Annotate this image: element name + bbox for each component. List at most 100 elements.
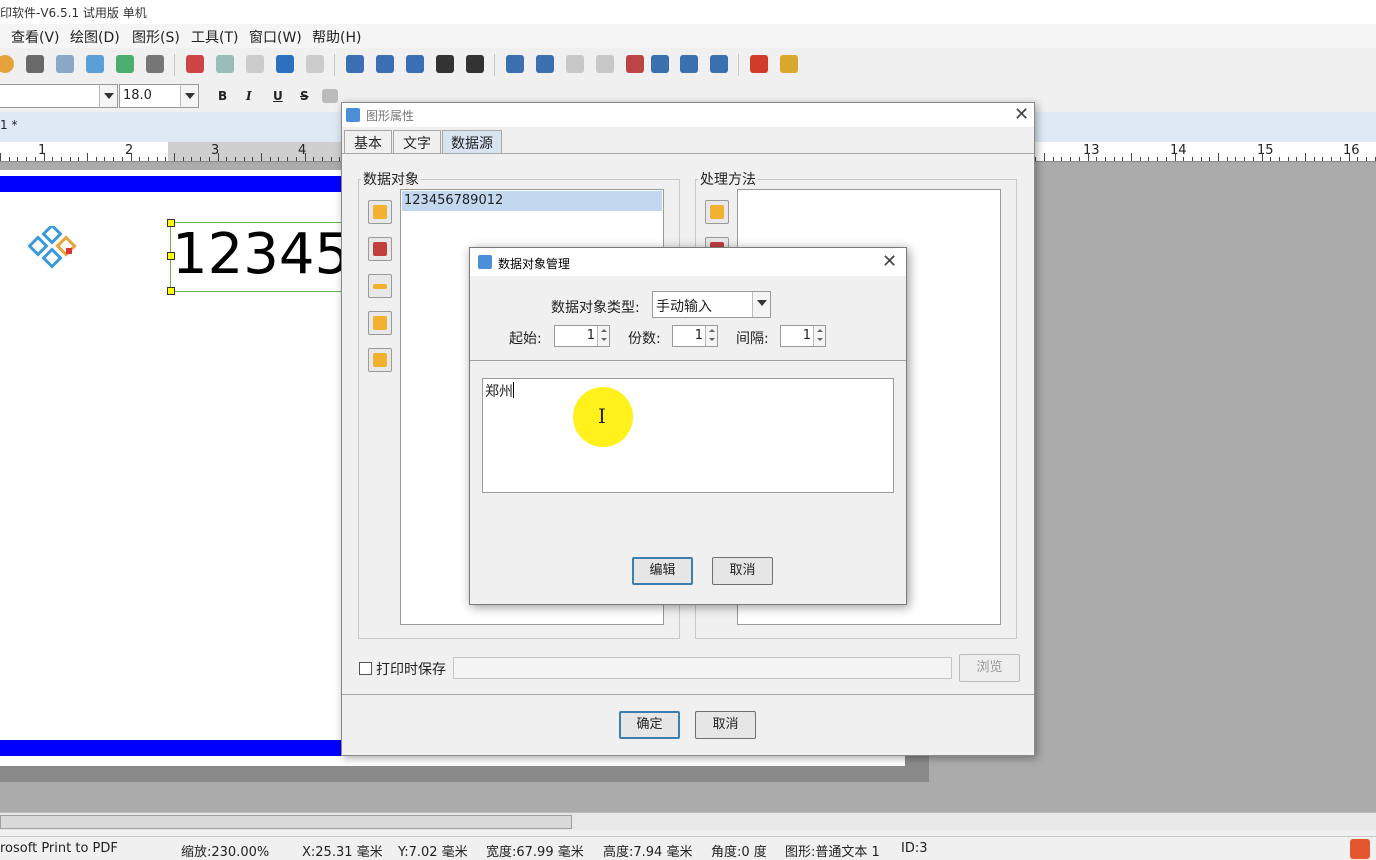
strikethrough-button[interactable]: S (300, 89, 309, 103)
ruler-tick (104, 157, 106, 161)
ruler-tick (1200, 157, 1202, 161)
scrollbar-thumb[interactable] (0, 815, 572, 829)
tray-app-icon[interactable] (1350, 839, 1370, 859)
undo-icon[interactable] (276, 55, 294, 73)
close-icon[interactable]: ✕ (1014, 106, 1029, 124)
cancel-button[interactable]: 取消 (695, 711, 756, 739)
ruler-tick (95, 157, 97, 161)
grid-icon[interactable] (146, 55, 164, 73)
ok-button[interactable]: 确定 (619, 711, 680, 739)
redo-icon[interactable] (306, 55, 324, 73)
menu-help[interactable]: 帮助(H) (312, 27, 361, 47)
ruler-tick (330, 157, 332, 161)
interval-spinner[interactable]: 1 (780, 325, 826, 347)
resize-handle[interactable] (167, 252, 175, 260)
menu-window[interactable]: 窗口(W) (249, 27, 302, 47)
move-up-button[interactable] (368, 311, 392, 335)
spinner-arrows-icon[interactable] (597, 326, 609, 346)
add-process-button[interactable] (705, 200, 729, 224)
resize-handle[interactable] (167, 219, 175, 227)
ruler-tick (1139, 157, 1141, 161)
tab-basic[interactable]: 基本 (344, 130, 392, 154)
tab-text[interactable]: 文字 (393, 130, 441, 154)
spinner-arrows-icon[interactable] (813, 326, 825, 346)
start-spinner[interactable]: 1 (554, 325, 610, 347)
menu-shape[interactable]: 图形(S) (132, 27, 180, 47)
edit-button[interactable]: 编辑 (632, 557, 693, 585)
calculator-icon[interactable] (780, 55, 798, 73)
zoom-icon[interactable] (406, 55, 424, 73)
visibility-icon[interactable] (626, 55, 644, 73)
ruler-tick (130, 153, 132, 161)
menu-tools[interactable]: 工具(T) (191, 27, 238, 47)
ruler-tick (243, 157, 245, 161)
add-data-object-button[interactable] (368, 200, 392, 224)
copy-icon[interactable] (216, 55, 234, 73)
database-icon[interactable] (86, 55, 104, 73)
cancel-button[interactable]: 取消 (712, 557, 773, 585)
list-item[interactable]: 123456789012 (402, 191, 662, 211)
remove-data-object-button[interactable] (368, 274, 392, 298)
start-value: 1 (586, 328, 595, 343)
group-icon[interactable] (566, 55, 584, 73)
zoom-out-icon[interactable] (376, 55, 394, 73)
print-preview-icon[interactable] (56, 55, 74, 73)
label-top-bar[interactable] (0, 176, 345, 192)
font-size-value: 18.0 (123, 88, 152, 103)
underline-button[interactable]: U (273, 89, 283, 103)
lock-icon[interactable] (651, 55, 669, 73)
resize-handle[interactable] (167, 287, 175, 295)
menu-view[interactable]: 查看(V) (11, 27, 60, 47)
font-family-select[interactable] (0, 84, 118, 108)
document-tab[interactable]: 1 * (0, 118, 17, 132)
tab-datasource[interactable]: 数据源 (442, 130, 502, 154)
chevron-down-icon[interactable] (752, 292, 770, 317)
font-size-select[interactable]: 18.0 (119, 84, 199, 108)
database-connect-icon[interactable] (116, 55, 134, 73)
browse-button[interactable]: 浏览 (959, 654, 1020, 682)
ruler-tick (87, 153, 88, 161)
pdf-icon[interactable] (750, 55, 768, 73)
ruler-number: 15 (1257, 143, 1274, 158)
ungroup-icon[interactable] (596, 55, 614, 73)
horizontal-scrollbar[interactable] (0, 812, 1376, 830)
label-bottom-bar[interactable] (0, 740, 345, 756)
copies-spinner[interactable]: 1 (672, 325, 718, 347)
align-icon[interactable] (680, 55, 698, 73)
arrow-down-icon (373, 353, 387, 367)
minus-icon (373, 284, 387, 289)
ruler-tick (26, 157, 28, 161)
data-content-textarea[interactable]: 郑州 (482, 378, 894, 493)
settings-icon[interactable] (0, 55, 14, 73)
interval-label: 间隔: (736, 331, 769, 347)
menu-draw[interactable]: 绘图(D) (70, 27, 120, 47)
move-down-button[interactable] (368, 348, 392, 372)
ruler-tick (217, 153, 219, 161)
save-on-print-checkbox[interactable] (359, 662, 372, 675)
fit-page-icon[interactable] (436, 55, 454, 73)
actual-size-icon[interactable] (466, 55, 484, 73)
start-label: 起始: (509, 331, 542, 347)
italic-button[interactable]: I (246, 89, 252, 103)
spinner-arrows-icon[interactable] (705, 326, 717, 346)
cut-icon[interactable] (186, 55, 204, 73)
distribute-icon[interactable] (710, 55, 728, 73)
send-back-icon[interactable] (536, 55, 554, 73)
ruler-tick (1357, 157, 1359, 161)
bold-button[interactable]: B (218, 89, 227, 103)
data-object-type-select[interactable]: 手动输入 (652, 291, 771, 318)
chevron-down-icon[interactable] (180, 85, 198, 107)
print-icon[interactable] (26, 55, 44, 73)
zoom-in-icon[interactable] (346, 55, 364, 73)
window-title: 印软件-V6.5.1 试用版 单机 (0, 6, 147, 20)
paste-icon[interactable] (246, 55, 264, 73)
spacing-icon[interactable] (322, 89, 338, 103)
bring-front-icon[interactable] (506, 55, 524, 73)
edit-data-object-button[interactable] (368, 237, 392, 261)
ibeam-cursor-icon: I (598, 404, 606, 428)
ruler-tick (156, 157, 158, 161)
ruler-tick (1252, 157, 1254, 161)
close-icon[interactable]: ✕ (882, 253, 897, 271)
chevron-down-icon[interactable] (99, 85, 117, 107)
type-value: 手动输入 (656, 299, 712, 315)
